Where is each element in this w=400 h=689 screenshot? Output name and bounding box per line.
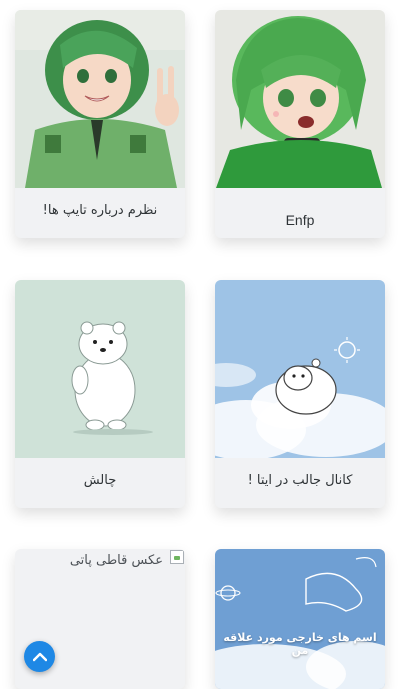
post-thumbnail[interactable] bbox=[15, 280, 185, 458]
post-card[interactable]: چالش bbox=[15, 280, 185, 508]
post-title[interactable]: عکس قاطی پاتی bbox=[70, 553, 163, 568]
post-thumbnail[interactable] bbox=[215, 10, 385, 188]
post-card[interactable]: اسم های خارجی مورد علاقه من bbox=[215, 549, 385, 689]
post-card[interactable]: Enfp bbox=[215, 10, 385, 238]
overlay-text: اسم های خارجی مورد علاقه من bbox=[223, 631, 377, 657]
broken-image-icon bbox=[170, 550, 184, 564]
post-card[interactable]: نظرم درباره تایپ ها! bbox=[15, 10, 185, 238]
post-thumbnail[interactable] bbox=[215, 549, 385, 689]
post-card[interactable]: کانال جالب در ایتا ! bbox=[215, 280, 385, 508]
post-title[interactable]: نظرم درباره تایپ ها! bbox=[15, 203, 185, 218]
post-title[interactable]: کانال جالب در ایتا ! bbox=[215, 473, 385, 488]
chevron-up-icon bbox=[32, 652, 47, 661]
post-thumbnail[interactable] bbox=[15, 10, 185, 188]
post-thumbnail[interactable] bbox=[215, 280, 385, 458]
scroll-top-button[interactable] bbox=[24, 641, 55, 672]
post-title[interactable]: Enfp bbox=[215, 212, 385, 228]
post-title[interactable]: چالش bbox=[15, 473, 185, 488]
